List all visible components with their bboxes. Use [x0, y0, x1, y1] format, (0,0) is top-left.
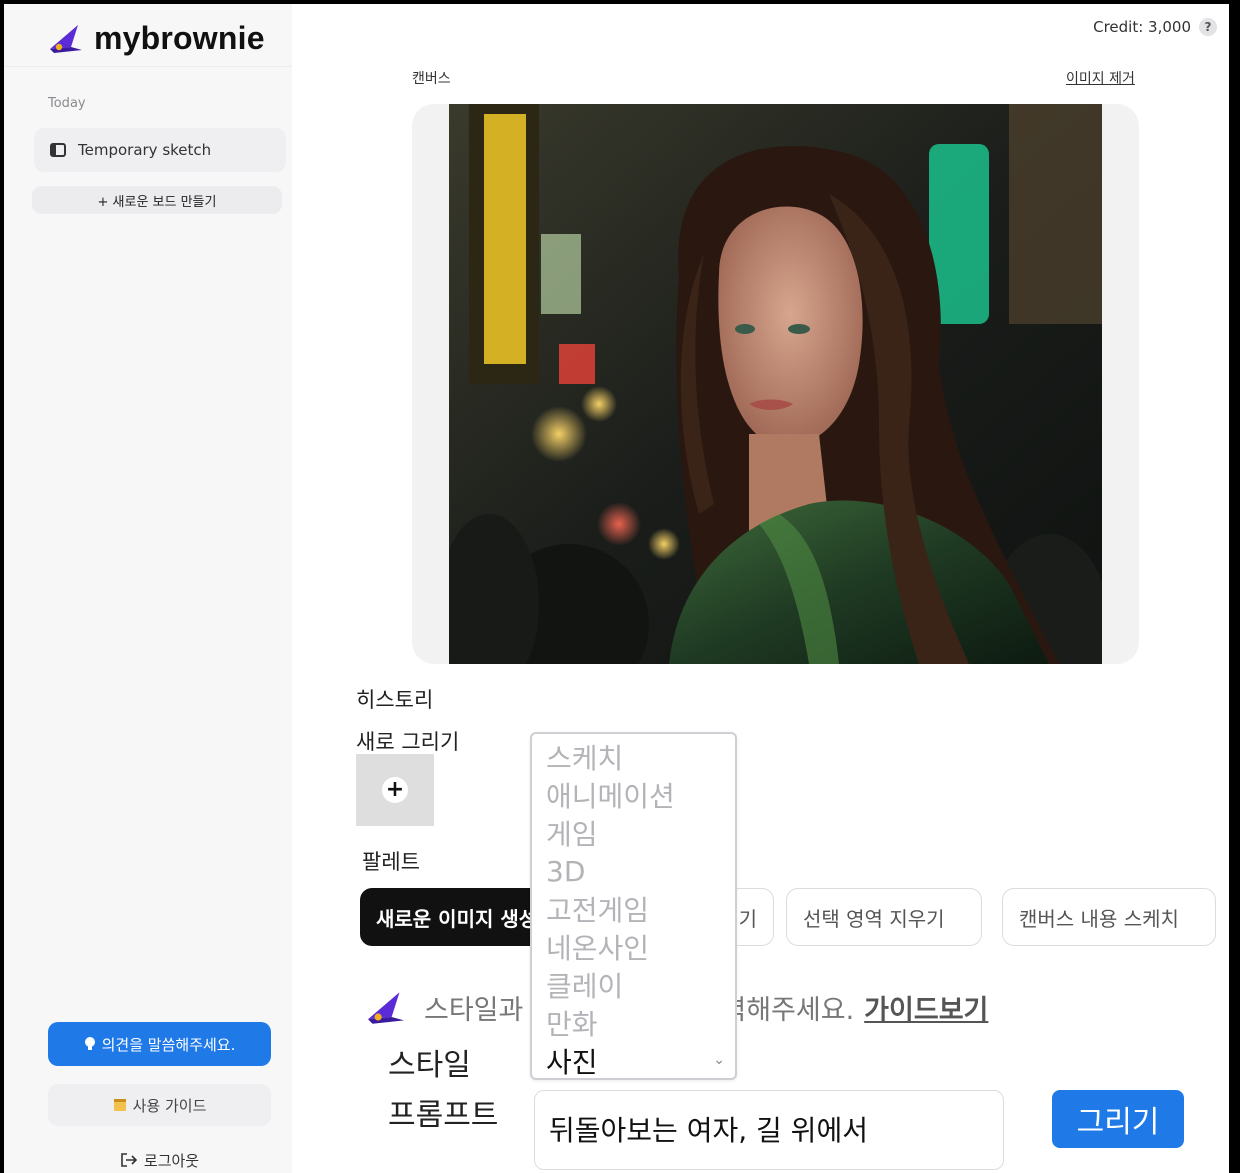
- wizard-hat-icon: [368, 991, 404, 1024]
- logout-label: 로그아웃: [143, 1151, 200, 1170]
- credit-text: Credit: 3,000: [1093, 18, 1191, 36]
- divider: [4, 66, 292, 67]
- style-option[interactable]: 네온사인: [532, 928, 735, 966]
- new-board-button[interactable]: + 새로운 보드 만들기: [32, 186, 282, 214]
- feedback-label: 의견을 말씀해주세요.: [101, 1035, 236, 1054]
- lightbulb-icon: [84, 1037, 95, 1050]
- prompt-label: 프롬프트: [388, 1098, 499, 1133]
- guide-link[interactable]: 가이드보기: [864, 988, 988, 1027]
- sidebar-item-label: Temporary sketch: [78, 141, 212, 159]
- remove-image-link[interactable]: 이미지 제거: [1066, 68, 1135, 88]
- style-option[interactable]: 스케치: [532, 738, 735, 776]
- history-label: 히스토리: [356, 688, 434, 712]
- style-select[interactable]: 스케치 애니메이션 게임 3D 고전게임 네온사인 클레이 만화 사진 ⌄: [530, 732, 737, 1080]
- help-icon[interactable]: ?: [1199, 18, 1217, 36]
- section-today: Today: [48, 96, 86, 111]
- logout-button[interactable]: 로그아웃: [48, 1146, 271, 1173]
- erase-selection-button[interactable]: 선택 영역 지우기: [786, 888, 982, 946]
- canvas-image: [449, 104, 1102, 664]
- logout-icon: [121, 1153, 138, 1167]
- sidebar: mybrownie Today Temporary sketch + 새로운 보…: [4, 4, 292, 1173]
- new-draw-button[interactable]: +: [356, 754, 434, 826]
- style-option[interactable]: 고전게임: [532, 890, 735, 928]
- style-option[interactable]: 클레이: [532, 966, 735, 1004]
- draw-button[interactable]: 그리기: [1052, 1090, 1184, 1148]
- app-window: mybrownie Today Temporary sketch + 새로운 보…: [4, 4, 1229, 1173]
- style-label: 스타일: [388, 1048, 471, 1083]
- style-option[interactable]: 게임: [532, 814, 735, 852]
- hint-text-prefix: 스타일과: [424, 995, 524, 1026]
- canvas-frame[interactable]: [412, 104, 1139, 664]
- brand[interactable]: mybrownie: [48, 20, 265, 57]
- hint-text-suffix: 력해주세요.: [721, 995, 855, 1026]
- user-guide-button[interactable]: 사용 가이드: [48, 1084, 271, 1126]
- feedback-button[interactable]: 의견을 말씀해주세요.: [48, 1022, 271, 1066]
- chevron-down-icon: ⌄: [713, 1052, 725, 1068]
- sketch-canvas-button[interactable]: 캔버스 내용 스케치: [1002, 888, 1216, 946]
- sidebar-item-temporary-sketch[interactable]: Temporary sketch: [34, 128, 286, 172]
- style-option-selected[interactable]: 사진: [532, 1042, 735, 1078]
- plus-icon: +: [382, 777, 408, 803]
- user-guide-label: 사용 가이드: [132, 1096, 207, 1115]
- style-option[interactable]: 만화: [532, 1004, 735, 1042]
- sidebar-panel-icon: [50, 143, 66, 157]
- brand-name: mybrownie: [94, 20, 265, 56]
- credit-display: Credit: 3,000 ?: [1093, 18, 1217, 36]
- wizard-hat-icon: [50, 24, 82, 53]
- style-option[interactable]: 3D: [532, 852, 735, 890]
- canvas-label: 캔버스: [412, 71, 451, 87]
- style-option[interactable]: 애니메이션: [532, 776, 735, 814]
- palette-label: 팔레트: [362, 850, 420, 874]
- new-draw-label: 새로 그리기: [356, 730, 460, 754]
- notepad-icon: [113, 1099, 126, 1111]
- prompt-input[interactable]: 뒤돌아보는 여자, 길 위에서: [534, 1090, 1004, 1170]
